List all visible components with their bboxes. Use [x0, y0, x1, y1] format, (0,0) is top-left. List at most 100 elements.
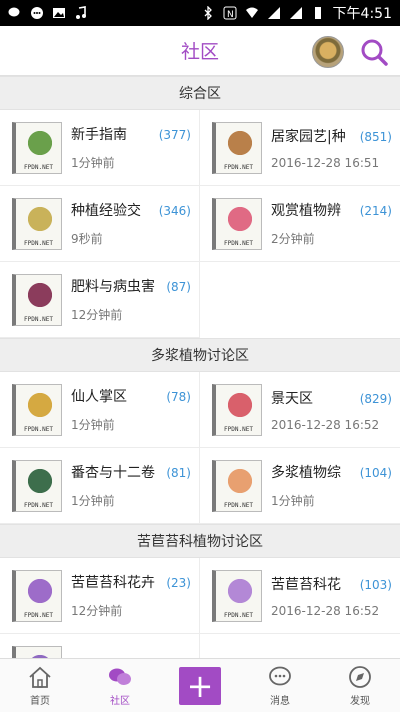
board-name-row: 肥料与病虫害 (87): [71, 276, 199, 296]
tab-community[interactable]: 社区: [80, 659, 160, 712]
tab-home[interactable]: 首页: [0, 659, 80, 712]
board-thumbnail: FPDN.NET: [12, 121, 62, 174]
board-thumbnail: FPDN.NET: [212, 459, 262, 512]
board-name-row: 苦苣苔科花卉 (23): [71, 572, 199, 592]
wifi-icon: [245, 6, 259, 20]
board-info: 肥料与病虫害 (87) 12分钟前: [71, 276, 199, 323]
board-info: 番杏与十二卷 (81) 1分钟前: [71, 462, 199, 509]
forum-board-item[interactable]: FPDN.NET 仙人掌区 (78) 1分钟前: [0, 372, 200, 448]
forum-list[interactable]: 综合区 FPDN.NET 新手指南 (377) 1分钟前 FPDN.NET 居家园艺|种 (8…: [0, 76, 400, 708]
tab-home-label: 首页: [30, 695, 50, 707]
plus-icon[interactable]: +: [179, 666, 221, 705]
plant-image: [26, 280, 54, 309]
forum-board-item[interactable]: FPDN.NET 苦苣苔科花 (103) 2016-12-28 16:52: [200, 558, 400, 634]
forum-board-item[interactable]: FPDN.NET 景天区 (829) 2016-12-28 16:52: [200, 372, 400, 448]
section-header: 多浆植物讨论区: [0, 338, 400, 372]
wechat-icon: [8, 6, 22, 20]
tab-community-label: 社区: [110, 695, 130, 707]
board-post-count: (78): [166, 390, 191, 404]
plant-image: [26, 204, 54, 233]
thumbnail-brand: FPDN.NET: [224, 501, 253, 509]
board-last-active: 9秒前: [71, 232, 103, 246]
section-header: 综合区: [0, 76, 400, 110]
thumbnail-brand: FPDN.NET: [24, 425, 53, 433]
board-name: 观赏植物辨: [271, 203, 341, 219]
board-post-count: (377): [158, 128, 191, 142]
board-thumbnail: FPDN.NET: [12, 197, 62, 250]
signal-icon-2: [289, 6, 303, 20]
board-name-row: 番杏与十二卷 (81): [71, 462, 199, 482]
thumbnail-brand: FPDN.NET: [24, 611, 53, 619]
thumbnail-brand: FPDN.NET: [24, 163, 53, 171]
forum-grid: FPDN.NET 仙人掌区 (78) 1分钟前 FPDN.NET 景天区 (829) 2016…: [0, 372, 400, 524]
message-icon: [269, 666, 291, 685]
app-header: 社区: [0, 26, 400, 76]
board-thumbnail: FPDN.NET: [12, 459, 62, 512]
board-name: 新手指南: [71, 127, 127, 143]
board-info: 居家园艺|种 (851) 2016-12-28 16:51: [271, 126, 400, 170]
plant-image: [226, 576, 254, 605]
board-post-count: (87): [166, 280, 191, 294]
plant-image: [26, 390, 54, 419]
section-header: 苦苣苔科植物讨论区: [0, 524, 400, 558]
tab-messages[interactable]: 消息: [240, 659, 320, 712]
plant-image: [226, 466, 254, 495]
board-info: 多浆植物综 (104) 1分钟前: [271, 462, 400, 509]
board-name-row: 多浆植物综 (104): [271, 462, 400, 482]
forum-board-item[interactable]: FPDN.NET 种植经验交 (346) 9秒前: [0, 186, 200, 262]
plant-image: [226, 204, 254, 233]
board-name: 多浆植物综: [271, 465, 341, 481]
board-thumbnail: FPDN.NET: [12, 383, 62, 436]
signal-icon: [267, 6, 281, 20]
board-name: 居家园艺|种: [271, 128, 346, 145]
tab-post[interactable]: +: [160, 659, 240, 712]
board-name-row: 观赏植物辨 (214): [271, 200, 400, 220]
board-info: 苦苣苔科花 (103) 2016-12-28 16:52: [271, 574, 400, 618]
music-icon: [74, 6, 88, 20]
board-thumbnail: FPDN.NET: [212, 197, 262, 250]
thumbnail-brand: FPDN.NET: [24, 501, 53, 509]
forum-board-item[interactable]: FPDN.NET 居家园艺|种 (851) 2016-12-28 16:51: [200, 110, 400, 186]
board-name-row: 仙人掌区 (78): [71, 386, 199, 406]
board-name: 苦苣苔科花卉: [71, 575, 155, 591]
board-info: 苦苣苔科花卉 (23) 12分钟前: [71, 572, 199, 619]
board-thumbnail: FPDN.NET: [212, 569, 262, 622]
forum-board-item[interactable]: FPDN.NET 番杏与十二卷 (81) 1分钟前: [0, 448, 200, 524]
board-info: 景天区 (829) 2016-12-28 16:52: [271, 388, 400, 432]
board-name-row: 苦苣苔科花 (103): [271, 574, 400, 594]
board-name: 仙人掌区: [71, 389, 127, 405]
board-info: 新手指南 (377) 1分钟前: [71, 124, 199, 171]
thumbnail-brand: FPDN.NET: [224, 611, 253, 619]
tab-discover[interactable]: 发现: [320, 659, 400, 712]
forum-board-item[interactable]: FPDN.NET 新手指南 (377) 1分钟前: [0, 110, 200, 186]
thumbnail-brand: FPDN.NET: [24, 315, 53, 323]
board-name-row: 景天区 (829): [271, 388, 400, 408]
board-last-active: 2分钟前: [271, 232, 315, 246]
forum-board-item[interactable]: FPDN.NET 多浆植物综 (104) 1分钟前: [200, 448, 400, 524]
forum-board-item[interactable]: FPDN.NET 苦苣苔科花卉 (23) 12分钟前: [0, 558, 200, 634]
board-post-count: (214): [359, 204, 392, 218]
plant-image: [226, 390, 254, 419]
nfc-icon: N: [223, 6, 237, 20]
board-info: 种植经验交 (346) 9秒前: [71, 200, 199, 247]
thumbnail-brand: FPDN.NET: [224, 239, 253, 247]
board-last-active: 12分钟前: [71, 604, 123, 618]
forum-board-item[interactable]: FPDN.NET 肥料与病虫害 (87) 12分钟前: [0, 262, 200, 338]
bluetooth-icon: [201, 5, 215, 21]
thumbnail-brand: FPDN.NET: [224, 425, 253, 433]
clock: 下午4:51: [332, 6, 392, 22]
avatar[interactable]: [312, 36, 344, 68]
board-post-count: (23): [166, 576, 191, 590]
board-name: 景天区: [271, 390, 313, 407]
svg-text:N: N: [227, 10, 234, 20]
forum-board-item[interactable]: FPDN.NET 观赏植物辨 (214) 2分钟前: [200, 186, 400, 262]
thumbnail-brand: FPDN.NET: [24, 239, 53, 247]
chat-bubbles-icon: [109, 668, 131, 685]
board-last-active: 1分钟前: [71, 156, 115, 170]
board-last-active: 2016-12-28 16:52: [271, 417, 380, 432]
board-last-active: 2016-12-28 16:52: [271, 603, 380, 618]
search-icon[interactable]: [358, 36, 390, 68]
board-thumbnail: FPDN.NET: [12, 569, 62, 622]
board-post-count: (81): [166, 466, 191, 480]
battery-icon: [311, 6, 325, 20]
